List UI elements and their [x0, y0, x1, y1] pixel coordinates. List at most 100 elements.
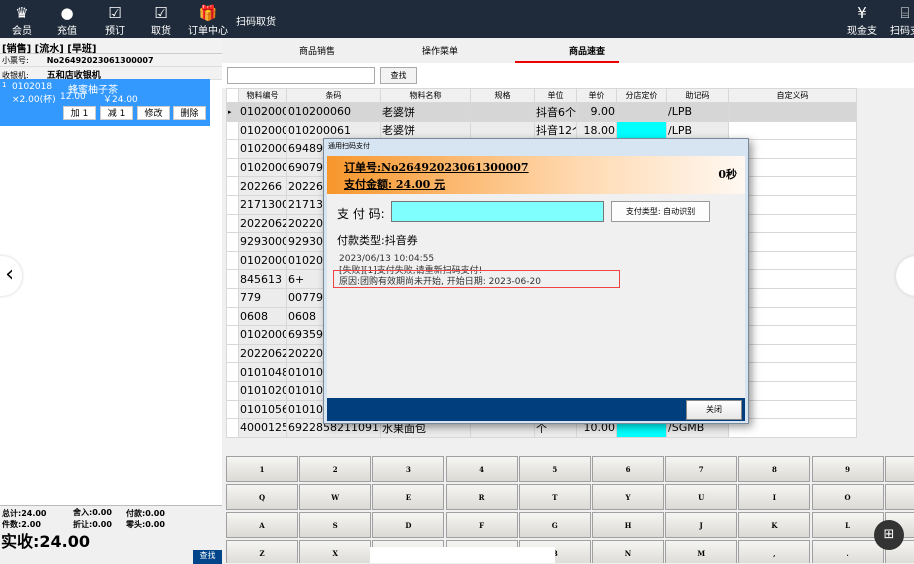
key-button[interactable]: H: [592, 512, 664, 538]
column-header[interactable]: 分店定价: [616, 88, 667, 103]
table-row[interactable]: ▸01020006010200060老婆饼 抖音6个9.00/LPB: [226, 102, 857, 122]
row-indicator-header: [226, 88, 239, 103]
column-header[interactable]: 物料编号: [238, 88, 287, 103]
key-button[interactable]: D: [372, 512, 445, 538]
key-button[interactable]: A: [226, 512, 298, 538]
key-button[interactable]: F: [445, 512, 518, 538]
table-cell: 01020006: [238, 120, 287, 141]
key-button[interactable]: 7: [665, 456, 738, 482]
key-button[interactable]: L: [811, 512, 884, 538]
key-button[interactable]: W: [299, 484, 372, 510]
key-button[interactable]: 1: [226, 456, 298, 482]
key-button[interactable]: O: [811, 484, 884, 510]
column-header[interactable]: 助记码: [666, 88, 729, 103]
table-cell: 845613: [238, 269, 287, 289]
key-button[interactable]: G: [518, 512, 591, 538]
key-button[interactable]: Z: [226, 540, 298, 563]
order-center-button[interactable]: 🎁 订单中心: [186, 4, 230, 37]
search-input[interactable]: [227, 67, 375, 84]
column-header[interactable]: 物料名称: [380, 88, 471, 103]
scan-pickup-button[interactable]: 扫码取货: [236, 13, 276, 28]
table-cell: [616, 120, 667, 141]
table-cell: 01020007: [238, 157, 287, 178]
row-indicator: [226, 120, 239, 141]
key-button[interactable]: ,: [738, 540, 811, 563]
mode-header: [销售] [流水] [早班]: [0, 38, 222, 55]
reserve-button[interactable]: ☑ 预订: [101, 4, 129, 37]
column-header[interactable]: 单价: [576, 88, 617, 103]
edit-button[interactable]: 修改: [137, 106, 170, 120]
yuan-icon: ¥: [857, 4, 867, 22]
key-button[interactable]: M: [665, 540, 738, 563]
receipt-row: 小票号: No26492023061300007: [0, 54, 222, 67]
key-button[interactable]: .: [811, 540, 884, 563]
table-cell: 01020006: [238, 102, 287, 122]
minus-one-button[interactable]: 减 1: [100, 106, 133, 120]
row-indicator: [226, 176, 239, 196]
key-button[interactable]: Y: [592, 484, 664, 510]
table-cell: 01020001: [238, 250, 287, 271]
close-button[interactable]: 关闭: [686, 400, 742, 420]
key-button[interactable]: T: [518, 484, 591, 510]
countdown: 0秒: [718, 168, 737, 181]
table-cell: 老婆饼: [380, 102, 471, 122]
overlay-blank: [370, 547, 555, 563]
pay-code-input[interactable]: [391, 201, 604, 222]
table-row[interactable]: 01020006010200061老婆饼 抖音12个18.00/LPB: [226, 120, 857, 141]
key-button[interactable]: E: [372, 484, 445, 510]
tab-operation-menu[interactable]: 操作菜单: [390, 44, 490, 57]
key-button[interactable]: 6: [592, 456, 664, 482]
recharge-button[interactable]: ● 充值: [53, 4, 81, 37]
row-indicator: [226, 306, 239, 327]
key-button[interactable]: P: [884, 484, 914, 510]
row-indicator: [226, 287, 239, 308]
key-button[interactable]: J: [665, 512, 738, 538]
column-header[interactable]: 单位: [534, 88, 577, 103]
key-button[interactable]: N: [592, 540, 664, 563]
key-button[interactable]: R: [445, 484, 518, 510]
table-cell: 0101048: [238, 362, 287, 382]
search-button[interactable]: 查找: [380, 67, 417, 84]
tab-product-lookup[interactable]: 商品速查: [537, 44, 637, 57]
plus-one-button[interactable]: 加 1: [63, 106, 96, 120]
find-button[interactable]: 查找: [193, 550, 222, 564]
key-button[interactable]: U: [665, 484, 738, 510]
key-button[interactable]: 9: [811, 456, 884, 482]
tab-product-sales[interactable]: 商品销售: [267, 44, 367, 57]
column-header[interactable]: 条码: [286, 88, 381, 103]
table-cell: 40001256: [238, 418, 287, 438]
actual-total: 实收:24.00: [1, 532, 91, 551]
key-button[interactable]: [884, 456, 914, 482]
key-button[interactable]: Q: [226, 484, 298, 510]
table-cell: 0101056: [238, 399, 287, 420]
delete-button[interactable]: 删除: [173, 106, 206, 120]
add-image-icon[interactable]: ⊞: [874, 520, 904, 550]
member-button[interactable]: ♛ 会员: [8, 4, 36, 37]
column-header[interactable]: 自定义码: [728, 88, 857, 103]
table-cell: [470, 102, 535, 122]
column-header[interactable]: 规格: [470, 88, 535, 103]
key-button[interactable]: 8: [738, 456, 811, 482]
top-toolbar: ♛会员 ●充值 ☑预订 ☑取货 🎁订单中心 扫码取货 ¥现金支付 ⌸扫码支: [0, 0, 914, 52]
key-button[interactable]: 2: [299, 456, 372, 482]
totals-panel: 总计:24.00 舍入:0.00 付款:0.00 件数:2.00 折让:0.00…: [0, 505, 222, 564]
row-indicator: [226, 418, 239, 438]
key-button[interactable]: S: [299, 512, 372, 538]
pay-type-button[interactable]: 支付类型: 自动识别: [611, 201, 710, 222]
key-button[interactable]: X: [299, 540, 372, 563]
table-cell: 9.00: [576, 102, 617, 122]
key-button[interactable]: 3: [372, 456, 445, 482]
row-indicator: ▸: [226, 102, 239, 122]
pickup-button[interactable]: ☑ 取货: [147, 4, 175, 37]
dialog-footer: 关闭: [327, 398, 745, 421]
key-button[interactable]: K: [738, 512, 811, 538]
key-button[interactable]: 4: [445, 456, 518, 482]
key-button[interactable]: 5: [518, 456, 591, 482]
table-cell: 92930001: [238, 232, 287, 252]
next-circle-button[interactable]: [896, 256, 914, 296]
cart-item[interactable]: 1 0102018 蜂蜜柚子茶 ×2.00(杯) 12.00 ￥24.00 加 …: [0, 79, 210, 126]
scan-pay-button[interactable]: ⌸扫码支: [890, 4, 914, 37]
table-cell: [728, 102, 857, 122]
key-button[interactable]: I: [738, 484, 811, 510]
table-cell: [616, 102, 667, 122]
